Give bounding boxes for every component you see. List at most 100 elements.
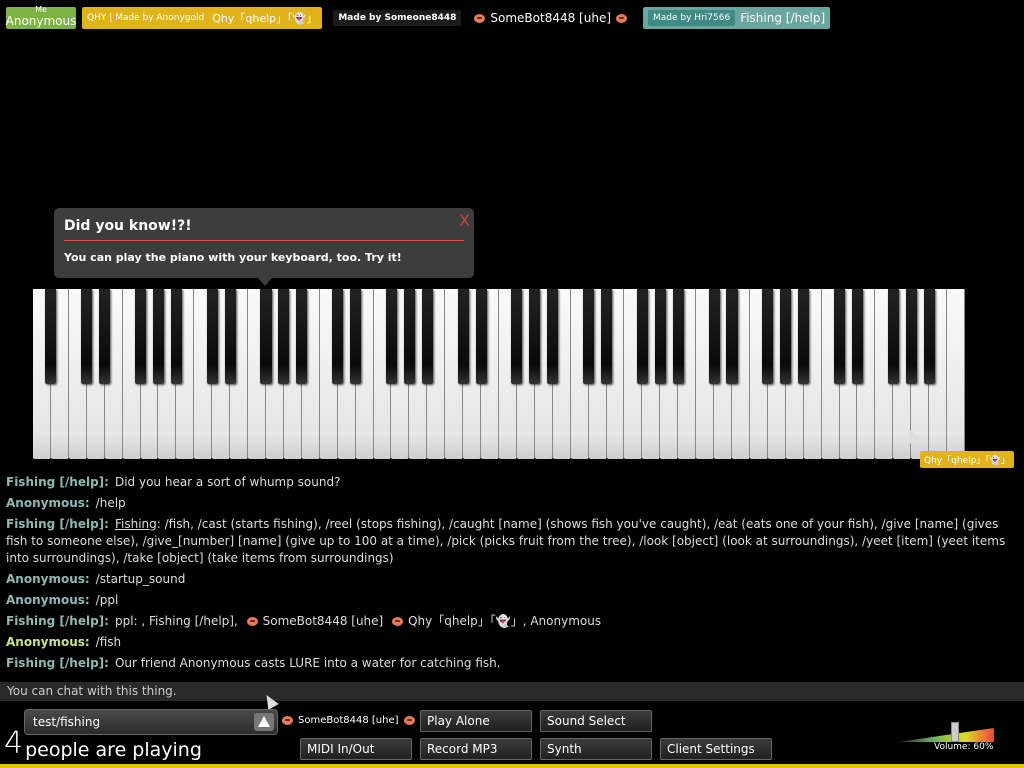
blob-icon bbox=[616, 13, 628, 23]
piano-black-key[interactable] bbox=[152, 289, 164, 384]
piano-black-key[interactable] bbox=[278, 289, 290, 384]
chat-text: /help bbox=[95, 496, 126, 510]
user-tag-qhy[interactable]: QHY | Made by Anonygold Qhy「qhelp」「👻」 bbox=[82, 7, 323, 29]
chat-text: SomeBot8448 [uhe] bbox=[262, 614, 384, 628]
piano-black-key[interactable] bbox=[833, 289, 846, 384]
piano-black-key[interactable] bbox=[475, 289, 487, 384]
chat-text: Qhy「qhelp」「👻」, Anonymous bbox=[408, 614, 602, 628]
user-list: Me Anonymous QHY | Made by Anonygold Qhy… bbox=[6, 5, 831, 30]
chat-message: Anonymous: /fish bbox=[6, 634, 1016, 651]
tooltip-body: You can play the piano with your keyboar… bbox=[64, 251, 402, 264]
piano-black-key[interactable] bbox=[45, 289, 57, 384]
piano-black-key[interactable] bbox=[296, 289, 308, 384]
room-owner-name: SomeBot8448 [uhe] bbox=[298, 715, 399, 726]
chat-author: Fishing [/help]: bbox=[6, 614, 109, 628]
piano-white-key[interactable] bbox=[947, 289, 965, 459]
piano-black-key[interactable] bbox=[134, 289, 147, 384]
piano-black-key[interactable] bbox=[636, 289, 648, 384]
piano-black-key[interactable] bbox=[672, 289, 684, 384]
chat-author: Anonymous: bbox=[6, 635, 90, 649]
piano-black-key[interactable] bbox=[260, 289, 272, 384]
piano-black-key[interactable] bbox=[583, 289, 595, 384]
piano-black-key[interactable] bbox=[457, 289, 469, 384]
piano-black-key[interactable] bbox=[511, 289, 523, 384]
somebot-made-by: Made by Someone8448 bbox=[333, 10, 462, 26]
play-alone-button[interactable]: Play Alone bbox=[420, 710, 532, 732]
user-tag-me[interactable]: Me Anonymous bbox=[6, 5, 76, 29]
sound-select-button[interactable]: Sound Select bbox=[540, 710, 652, 732]
somebot-name: SomeBot8448 [uhe] bbox=[490, 11, 612, 25]
chat-text: /ppl bbox=[95, 593, 119, 607]
chat-message: Fishing [/help]: ppl: , Fishing [/help], … bbox=[6, 613, 1016, 630]
volume-track[interactable] bbox=[898, 728, 994, 742]
piano-black-key[interactable] bbox=[332, 289, 344, 384]
record-mp3-button[interactable]: Record MP3 bbox=[420, 738, 532, 760]
blob-icon bbox=[403, 715, 415, 725]
piano-black-key[interactable] bbox=[81, 289, 93, 384]
piano-black-key[interactable] bbox=[798, 289, 810, 384]
piano-black-key[interactable] bbox=[851, 289, 863, 384]
piano-black-key[interactable] bbox=[762, 289, 774, 384]
piano-black-key[interactable] bbox=[547, 289, 559, 384]
qhy-made-by: QHY | Made by Anonygold bbox=[87, 13, 205, 23]
chat-text: /startup_sound bbox=[95, 572, 186, 586]
synth-button[interactable]: Synth bbox=[540, 738, 652, 760]
piano-black-key[interactable] bbox=[350, 289, 362, 384]
chat-text: : /fish, /cast (starts fishing), /reel (… bbox=[6, 517, 1006, 565]
player-count-number: 4 bbox=[4, 726, 24, 761]
chat-author: Fishing [/help]: bbox=[6, 475, 109, 489]
piano-black-key[interactable] bbox=[99, 289, 111, 384]
piano-black-key[interactable] bbox=[708, 289, 720, 384]
player-count: 4 people are playing bbox=[4, 726, 202, 761]
me-label: Me bbox=[35, 5, 47, 14]
piano-black-key[interactable] bbox=[726, 289, 738, 384]
piano-black-key[interactable] bbox=[224, 289, 236, 384]
piano-black-key[interactable] bbox=[385, 289, 397, 384]
chat-message: Anonymous: /startup_sound bbox=[6, 571, 1016, 588]
player-count-text: people are playing bbox=[25, 739, 202, 761]
piano-black-key[interactable] bbox=[403, 289, 415, 384]
piano-black-key[interactable] bbox=[887, 289, 899, 384]
piano-black-key[interactable] bbox=[905, 289, 917, 384]
chat-link[interactable]: Fishing bbox=[115, 517, 157, 531]
chat-author: Anonymous: bbox=[6, 593, 90, 607]
chat-text: /fish bbox=[95, 635, 122, 649]
midi-button[interactable]: MIDI In/Out bbox=[300, 738, 412, 760]
blob-icon bbox=[474, 13, 486, 23]
piano-black-key[interactable] bbox=[600, 289, 613, 384]
chat-input[interactable]: You can chat with this thing. bbox=[0, 682, 1024, 701]
piano-black-key[interactable] bbox=[923, 289, 935, 384]
qhy-name: Qhy「qhelp」「👻」 bbox=[212, 12, 318, 25]
chat-message: Anonymous: /ppl bbox=[6, 592, 1016, 609]
chat-message: Fishing [/help]: Did you hear a sort of w… bbox=[6, 474, 1016, 491]
close-icon[interactable]: X bbox=[459, 211, 470, 230]
remote-cursor-label: Qhy「qhelp」「👻」 bbox=[920, 451, 1014, 468]
piano-black-key[interactable] bbox=[170, 289, 182, 384]
client-settings-button[interactable]: Client Settings bbox=[660, 738, 772, 760]
chat-author: Anonymous: bbox=[6, 572, 90, 586]
piano-keyboard[interactable] bbox=[33, 289, 965, 459]
chat-text: Our friend Anonymous casts LURE into a w… bbox=[114, 656, 501, 670]
chat-message: Fishing [/help]: Fishing: /fish, /cast (s… bbox=[6, 516, 1016, 567]
chat-author: Fishing [/help]: bbox=[6, 517, 109, 531]
volume-slider[interactable]: Volume: 60% bbox=[898, 722, 994, 754]
piano-black-key[interactable] bbox=[206, 289, 218, 384]
user-tag-fishing[interactable]: Made by Hri7566 Fishing [/help] bbox=[643, 7, 831, 29]
blob-icon bbox=[282, 715, 293, 725]
tooltip-title: Did you know!?! bbox=[64, 218, 464, 241]
piano-black-key[interactable] bbox=[780, 289, 792, 384]
chat-author: Anonymous: bbox=[6, 496, 90, 510]
did-you-know-tooltip: Did you know!?! You can play the piano w… bbox=[54, 208, 474, 286]
volume-label: Volume: 60% bbox=[934, 742, 994, 752]
piano-black-key[interactable] bbox=[529, 289, 541, 384]
volume-knob[interactable] bbox=[950, 722, 959, 742]
fishing-made-by: Made by Hri7566 bbox=[648, 10, 736, 26]
piano-black-key[interactable] bbox=[421, 289, 433, 384]
piano-black-key[interactable] bbox=[654, 289, 666, 384]
room-owner: SomeBot8448 [uhe] bbox=[282, 715, 420, 726]
blob-icon bbox=[246, 617, 258, 626]
chat-text: Did you hear a sort of whump sound? bbox=[114, 475, 341, 489]
user-tag-somebot[interactable]: Made by Someone8448 SomeBot8448 [uhe] bbox=[328, 7, 637, 29]
arrow-up-icon[interactable] bbox=[254, 713, 274, 731]
chat-message: Fishing [/help]: Our friend Anonymous cas… bbox=[6, 655, 1016, 672]
